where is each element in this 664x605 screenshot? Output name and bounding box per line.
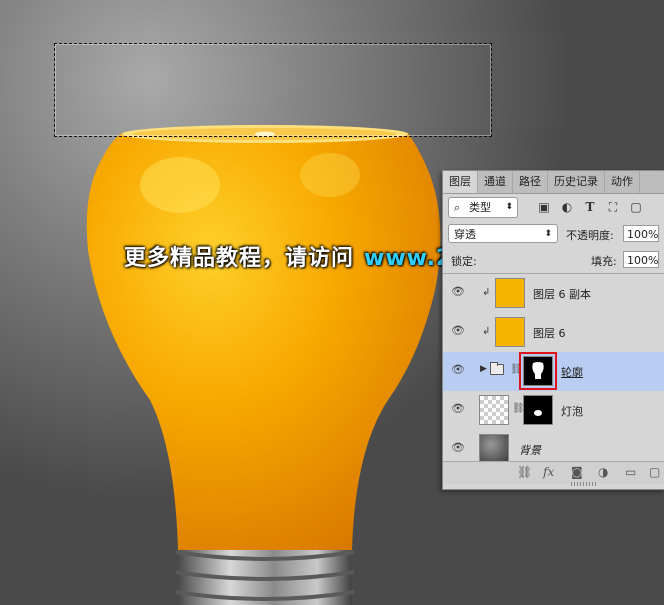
folder-icon [490,362,504,375]
layers-panel: 图层 通道 路径 历史记录 动作 ⌕ 类型 ⬍ ▣ ◐ T ⛶ ▢ 穿透 ⬍ 不… [442,170,664,490]
visibility-eye-icon[interactable]: 👁 [451,364,465,375]
search-icon: ⌕ [454,201,461,214]
tab-history[interactable]: 历史记录 [548,171,605,193]
shape-filter-icon[interactable]: ⛶ [606,200,620,214]
lock-label: 锁定: [451,255,477,268]
layer-mask-thumbnail[interactable] [523,395,553,425]
blend-row: 穿透 ⬍ 不透明度: 100% [443,223,664,247]
lock-fill-row: 锁定: 填充: 100% [443,249,664,274]
blend-mode-value: 穿透 [454,228,476,241]
layer-name: 图层 6 [533,327,566,340]
panel-tabs: 图层 通道 路径 历史记录 动作 [443,171,664,194]
tab-channels[interactable]: 通道 [478,171,513,193]
layer-filter-bar: ⌕ 类型 ⬍ ▣ ◐ T ⛶ ▢ [443,195,664,221]
opacity-label: 不透明度: [566,229,614,242]
type-filter-icon[interactable]: T [583,200,597,214]
tab-layers[interactable]: 图层 [443,171,478,193]
smart-object-filter-icon[interactable]: ▢ [629,200,643,214]
layer-row[interactable]: 👁 ⛓ 灯泡 [443,391,664,431]
panel-bottom-bar: ⛓ fx ◙ ◑ ▭ ▢ [443,461,664,484]
image-filter-icon[interactable]: ▣ [537,200,551,214]
bulb-mask-icon [532,362,544,379]
chain-link-icon[interactable]: ⛓ [510,364,523,375]
layer-name: 灯泡 [561,405,583,418]
layer-row[interactable]: 👁 ↲ 图层 6 副本 [443,274,664,314]
group-mask-thumbnail[interactable] [519,352,557,390]
layer-name: 图层 6 副本 [533,288,591,301]
layer-group-row[interactable]: 👁 ▶ ⛓ 轮廓 [443,352,664,392]
smart-object-thumbnail [479,395,509,425]
clipping-arrow-icon: ↲ [482,287,491,298]
fx-icon[interactable]: fx [543,465,554,479]
layer-thumbnail [495,278,525,308]
layer-name: 轮廓 [561,366,583,379]
layer-row[interactable]: 👁 ↲ 图层 6 [443,313,664,353]
layer-thumbnail [495,317,525,347]
updown-arrow-icon: ⬍ [505,202,513,212]
layer-thumbnail [479,434,509,464]
filter-kind-select[interactable]: ⌕ 类型 ⬍ [448,197,518,218]
visibility-eye-icon[interactable]: 👁 [451,403,465,414]
visibility-eye-icon[interactable]: 👁 [451,325,465,336]
expand-arrow-icon[interactable]: ▶ [480,364,487,374]
visibility-eye-icon[interactable]: 👁 [451,286,465,297]
add-mask-icon[interactable]: ◙ [571,465,583,479]
new-group-icon[interactable]: ▭ [625,465,636,479]
filter-kind-label: 类型 [469,201,491,214]
layer-name: 背景 [519,444,541,457]
panel-resize-grip[interactable] [571,482,597,486]
bulb-mask-icon [534,410,542,416]
updown-arrow-icon: ⬍ [544,229,552,239]
fill-input[interactable]: 100% [623,251,659,268]
watermark-label: 更多精品教程，请访问 [124,246,355,271]
link-icon[interactable]: ⛓ [517,465,532,479]
new-layer-icon[interactable]: ▢ [649,465,660,479]
clipping-arrow-icon: ↲ [482,326,491,337]
opacity-input[interactable]: 100% [623,225,659,242]
marquee-selection[interactable] [54,43,492,137]
tab-paths[interactable]: 路径 [513,171,548,193]
tab-actions[interactable]: 动作 [605,171,640,193]
adjustment-layer-icon[interactable]: ◑ [598,465,608,479]
blend-mode-select[interactable]: 穿透 ⬍ [448,224,558,243]
visibility-eye-icon[interactable]: 👁 [451,442,465,453]
adjustment-filter-icon[interactable]: ◐ [560,200,574,214]
fill-label: 填充: [591,255,617,268]
